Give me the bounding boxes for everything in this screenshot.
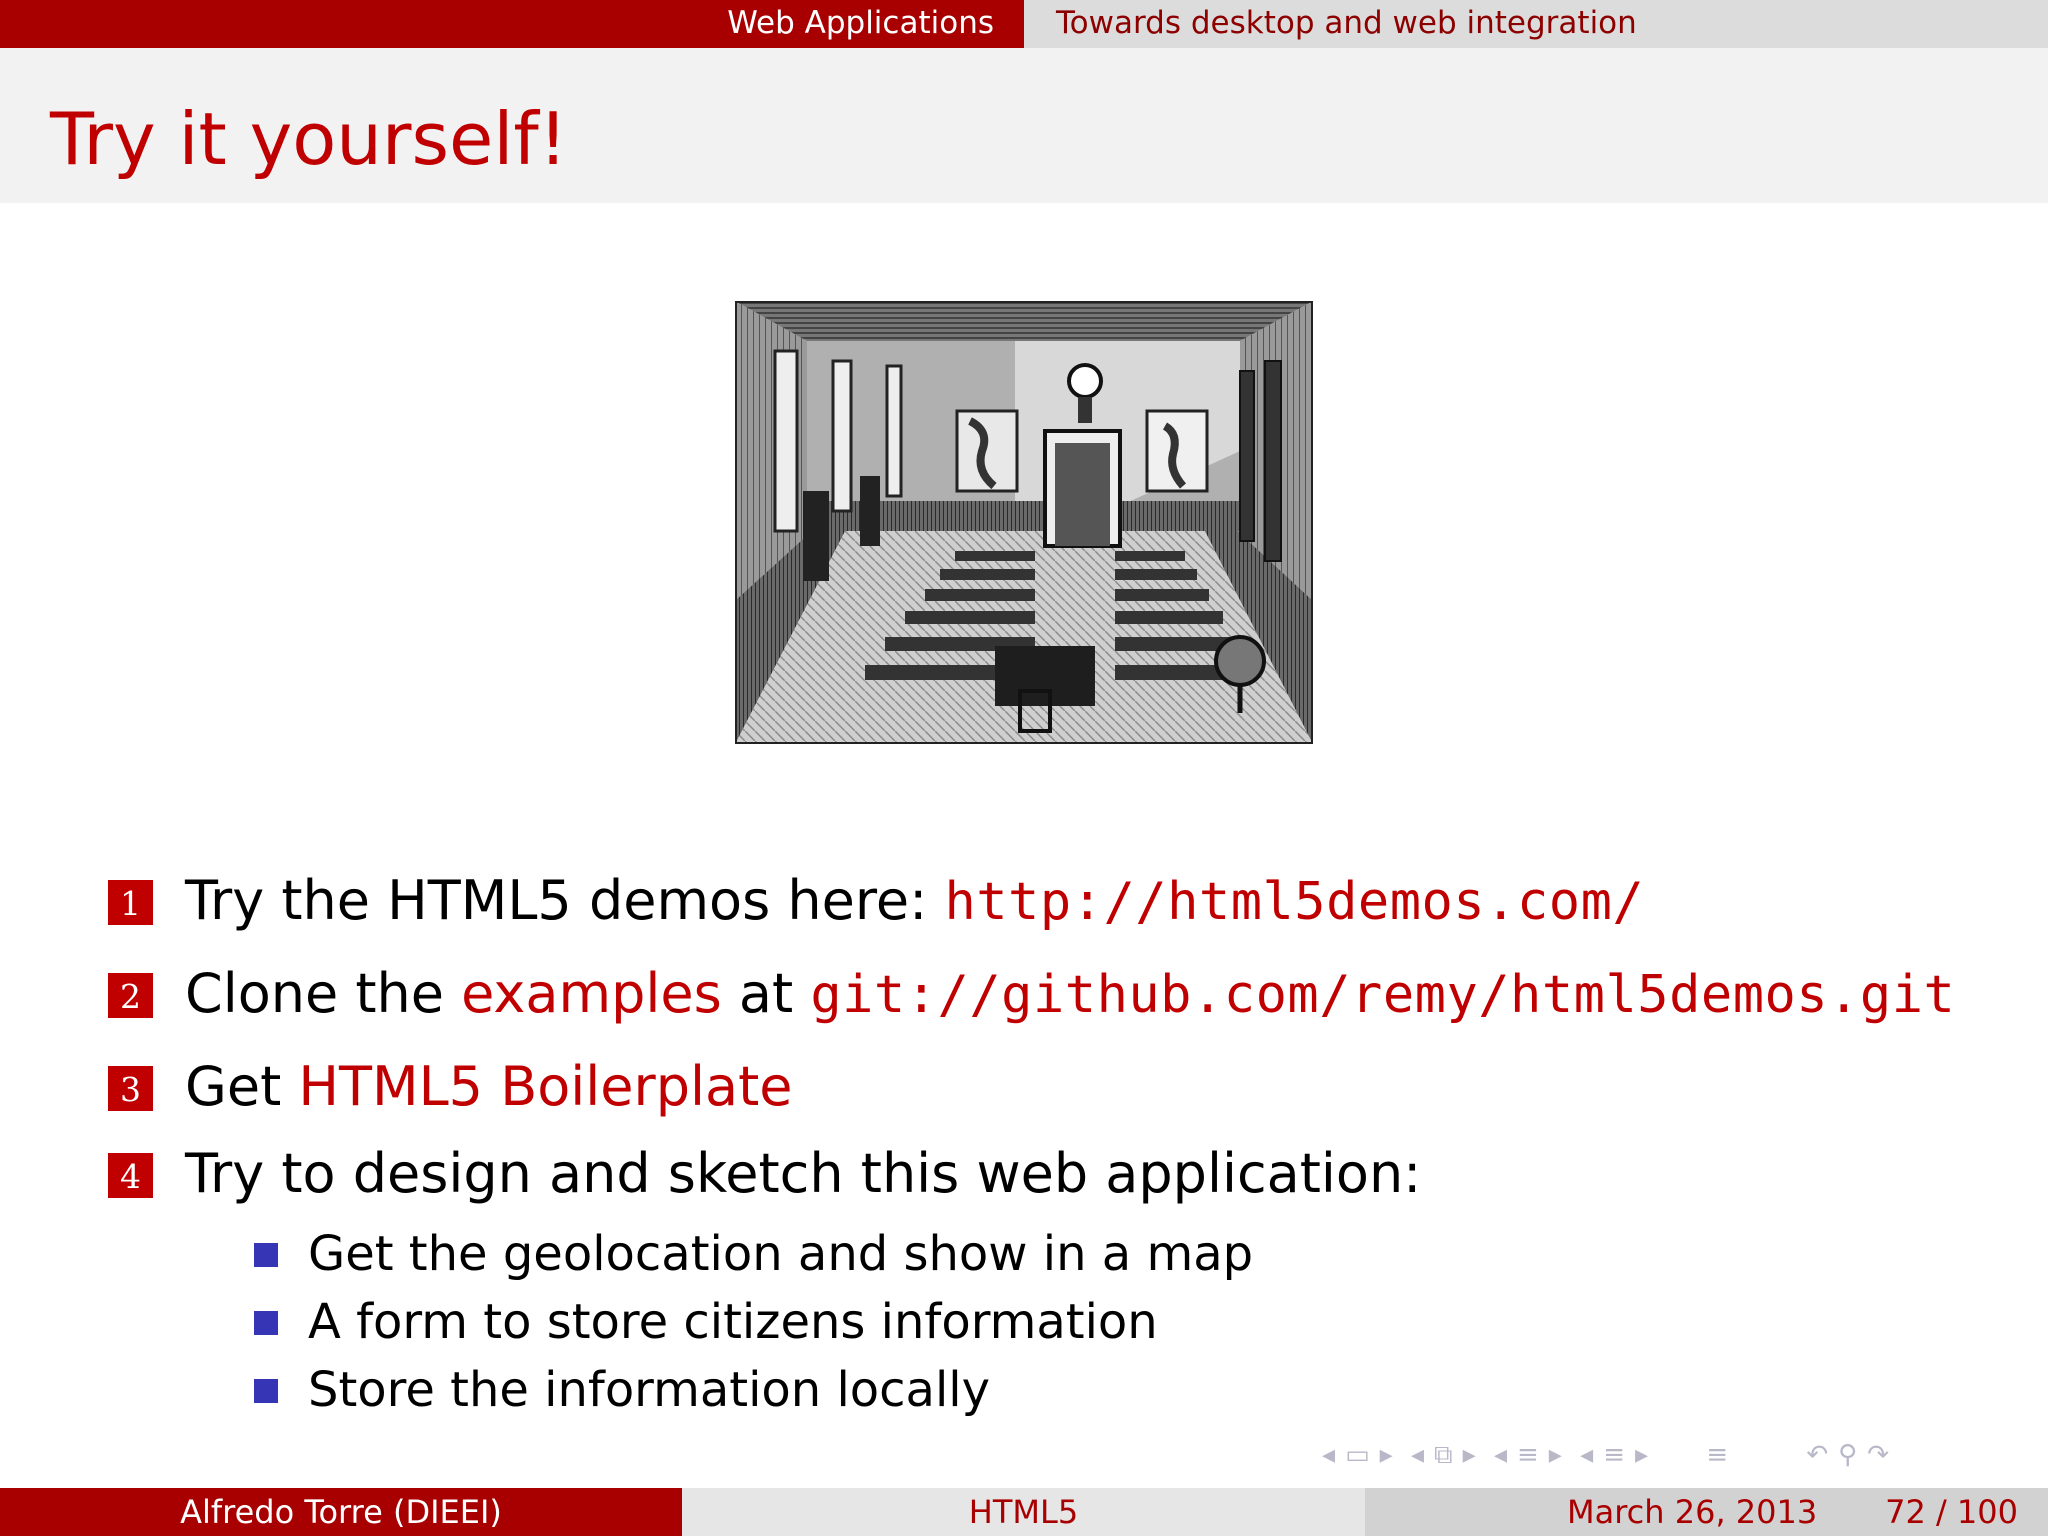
footer: Alfredo Torre (DIEEI) HTML5 March 26, 20… <box>0 1488 2048 1536</box>
nav-redo-icon[interactable]: ↷ <box>1867 1440 1889 1470</box>
nav-align-icon[interactable]: ≡ <box>1706 1440 1728 1470</box>
list-item: 1 Try the HTML5 demos here: http://html5d… <box>108 866 2028 959</box>
nav-prev-frame-icon[interactable]: ◂ <box>1322 1440 1335 1470</box>
classroom-image <box>735 301 1313 744</box>
list-item: 4 Try to design and sketch this web appli… <box>108 1139 2028 1232</box>
navigation-symbols: ◂ ▭ ▸ ◂ ⧉ ▸ ◂ ≡ ▸ ◂ ≡ ▸ ≡ ↶ ⚲ ↷ <box>1322 1440 2042 1470</box>
item-text: Try to design and sketch this web applic… <box>185 1142 1422 1205</box>
nav-doc-icon[interactable]: ≡ <box>1603 1440 1625 1470</box>
nav-next-section-icon[interactable]: ▸ <box>1549 1440 1562 1470</box>
list-item: 3 Get HTML5 Boilerplate <box>108 1052 2028 1139</box>
nav-prev-subsection-icon[interactable]: ◂ <box>1411 1440 1424 1470</box>
nav-subsection[interactable]: Towards desktop and web integration <box>1024 0 2048 48</box>
page-number: 72 / 100 <box>1885 1493 2018 1531</box>
boilerplate-link[interactable]: HTML5 Boilerplate <box>298 1055 792 1118</box>
square-bullet-icon <box>254 1311 278 1335</box>
sub-list-item: Store the information locally <box>254 1358 2048 1426</box>
item-number: 3 <box>108 1065 153 1111</box>
enumerated-list: 1 Try the HTML5 demos here: http://html5d… <box>108 866 2028 1426</box>
page-title: Try it yourself! <box>50 97 568 181</box>
square-bullet-icon <box>254 1243 278 1267</box>
list-item: 2 Clone the examples at git://github.com/… <box>108 959 2028 1052</box>
sub-item-text: Get the geolocation and show in a map <box>308 1226 1254 1282</box>
examples-link[interactable]: examples <box>461 962 722 1025</box>
sub-list-item: Get the geolocation and show in a map <box>254 1222 2048 1290</box>
nav-search-icon[interactable]: ⚲ <box>1838 1440 1857 1470</box>
footer-date: March 26, 2013 <box>1567 1493 1818 1531</box>
sub-list-item: A form to store citizens information <box>254 1290 2048 1358</box>
nav-subsection-icon[interactable]: ⧉ <box>1434 1440 1453 1470</box>
sub-item-text: Store the information locally <box>308 1362 991 1418</box>
item-number: 2 <box>108 972 153 1018</box>
git-repo-url: git://github.com/remy/html5demos.git <box>810 965 1956 1025</box>
html5demos-url-link[interactable]: http://html5demos.com/ <box>944 872 1644 932</box>
nav-undo-icon[interactable]: ↶ <box>1806 1440 1828 1470</box>
sub-item-text: A form to store citizens information <box>308 1294 1158 1350</box>
item-number: 4 <box>108 1152 153 1198</box>
footer-short-title: HTML5 <box>682 1488 1365 1536</box>
nav-frame-icon[interactable]: ▭ <box>1345 1440 1370 1470</box>
item-number: 1 <box>108 879 153 925</box>
item-text: Try the HTML5 demos here: <box>185 869 945 932</box>
footer-author: Alfredo Torre (DIEEI) <box>0 1488 682 1536</box>
item-text: Clone the <box>185 962 462 1025</box>
header-nav: Web Applications Towards desktop and web… <box>0 0 2048 48</box>
nav-prev-doc-icon[interactable]: ◂ <box>1580 1440 1593 1470</box>
footer-date-page: March 26, 2013 72 / 100 <box>1365 1488 2048 1536</box>
nav-section-current[interactable]: Web Applications <box>0 0 1024 48</box>
nav-section-icon[interactable]: ≡ <box>1517 1440 1539 1470</box>
sub-list: Get the geolocation and show in a map A … <box>254 1222 2048 1426</box>
nav-next-doc-icon[interactable]: ▸ <box>1635 1440 1648 1470</box>
item-text: Get <box>185 1055 299 1118</box>
item-text: at <box>721 962 811 1025</box>
frame-title-bar: Try it yourself! <box>0 48 2048 203</box>
nav-next-frame-icon[interactable]: ▸ <box>1380 1440 1393 1470</box>
classroom-illustration <box>735 301 1313 744</box>
square-bullet-icon <box>254 1379 278 1403</box>
nav-prev-section-icon[interactable]: ◂ <box>1494 1440 1507 1470</box>
nav-next-subsection-icon[interactable]: ▸ <box>1463 1440 1476 1470</box>
